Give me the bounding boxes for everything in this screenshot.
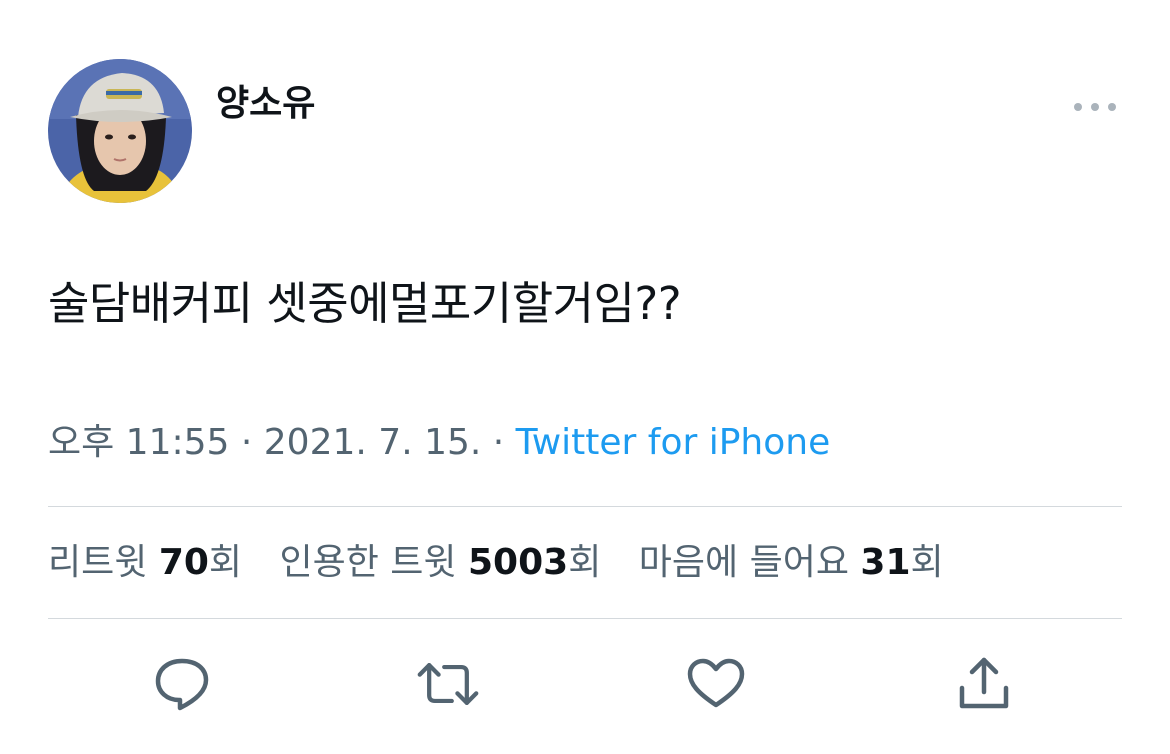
quote-count[interactable]: 인용한 트윗 5003회 (280, 538, 602, 588)
like-count[interactable]: 마음에 들어요 31회 (639, 538, 944, 588)
like-button[interactable] (684, 652, 748, 716)
tweet-text: 술담배커피 셋중에멀포기할거임?? (48, 277, 682, 330)
avatar[interactable] (48, 59, 192, 203)
meta-separator: · (229, 422, 264, 463)
share-button[interactable] (952, 652, 1016, 716)
engagement-stats: 리트윗 70회 인용한 트윗 5003회 마음에 들어요 31회 (48, 538, 970, 588)
divider (48, 506, 1122, 507)
reply-icon (155, 658, 209, 711)
retweet-count[interactable]: 리트윗 70회 (48, 538, 242, 588)
like-count-label: 마음에 들어요 (638, 542, 861, 583)
meta-separator: · (481, 422, 516, 463)
retweet-count-label: 리트윗 (48, 542, 159, 583)
tweet-date[interactable]: 2021. 7. 15. (264, 422, 482, 463)
tweet-time[interactable]: 오후 11:55 (48, 422, 229, 463)
like-count-suffix: 회 (910, 542, 944, 583)
heart-icon (687, 658, 745, 708)
tweet-metadata: 오후 11:55 · 2021. 7. 15. · Twitter for iP… (48, 420, 830, 466)
share-icon (959, 657, 1009, 709)
more-horizontal-icon (1074, 103, 1116, 111)
avatar-image (48, 59, 192, 203)
more-button[interactable] (1070, 94, 1120, 120)
quote-count-value: 5003 (468, 542, 569, 583)
quote-count-suffix: 회 (568, 542, 602, 583)
like-count-value: 31 (860, 542, 911, 583)
retweet-count-suffix: 회 (208, 542, 243, 583)
quote-count-label: 인용한 트윗 (279, 542, 468, 583)
tweet-source-link[interactable]: Twitter for iPhone (516, 422, 831, 463)
divider (48, 618, 1122, 619)
author-display-name[interactable]: 양소유 (216, 80, 315, 128)
retweet-count-value: 70 (158, 542, 209, 583)
retweet-icon (417, 663, 479, 705)
retweet-button[interactable] (416, 652, 480, 716)
reply-button[interactable] (150, 652, 214, 716)
